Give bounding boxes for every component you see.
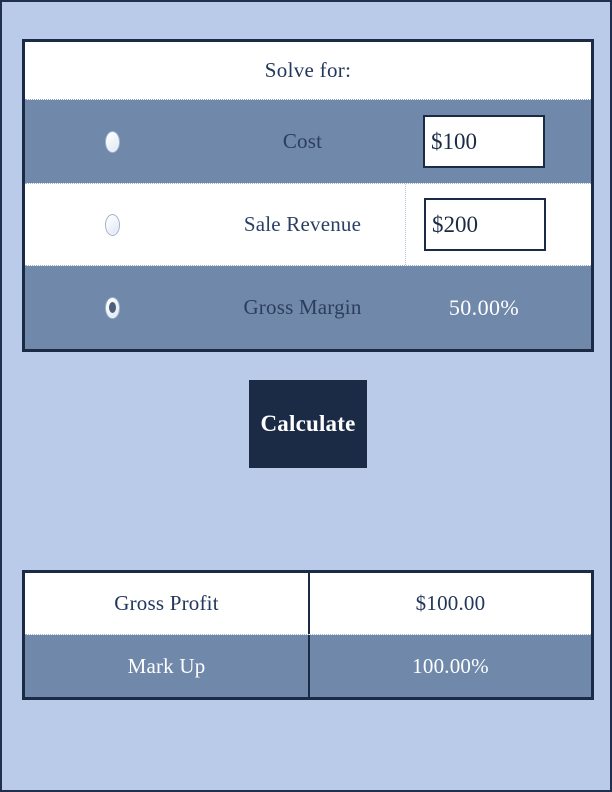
- solve-row-sale-revenue[interactable]: Sale Revenue: [25, 183, 591, 266]
- radio-button-sale-revenue[interactable]: [105, 213, 120, 236]
- results-panel: Gross Profit $100.00 Mark Up 100.00%: [22, 570, 594, 700]
- results-label-mark-up: Mark Up: [25, 635, 310, 697]
- radio-button-cost[interactable]: [105, 130, 120, 153]
- cost-input[interactable]: [423, 115, 545, 168]
- label-cost: Cost: [282, 129, 323, 153]
- solve-for-title: Solve for:: [264, 58, 352, 82]
- label-gross-margin: Gross Margin: [243, 295, 362, 319]
- results-label-gross-profit: Gross Profit: [25, 573, 310, 634]
- results-row-gross-profit: Gross Profit $100.00: [25, 573, 591, 635]
- results-value-gross-profit: $100.00: [415, 591, 486, 615]
- value-cell-gross-margin: 50.00%: [405, 266, 591, 349]
- solve-for-header: Solve for:: [25, 42, 591, 100]
- page-frame: Solve for: Cost Sale Revenue: [0, 0, 612, 792]
- sale-revenue-input[interactable]: [424, 198, 546, 251]
- label-sale-revenue: Sale Revenue: [243, 212, 362, 236]
- results-value-mark-up: 100.00%: [412, 653, 489, 678]
- radio-cell-gross-margin[interactable]: [25, 296, 200, 319]
- solve-row-gross-margin[interactable]: Gross Margin 50.00%: [25, 266, 591, 349]
- gross-margin-result: 50.00%: [448, 294, 520, 320]
- value-cell-sale-revenue: [405, 184, 591, 265]
- value-cell-cost: [405, 100, 591, 183]
- solve-for-panel: Solve for: Cost Sale Revenue: [22, 39, 594, 352]
- radio-cell-cost[interactable]: [25, 130, 200, 153]
- radio-button-gross-margin[interactable]: [105, 296, 120, 319]
- solve-row-cost[interactable]: Cost: [25, 100, 591, 183]
- calculate-button[interactable]: Calculate: [249, 380, 367, 468]
- radio-cell-sale-revenue[interactable]: [25, 213, 200, 236]
- results-row-mark-up: Mark Up 100.00%: [25, 635, 591, 697]
